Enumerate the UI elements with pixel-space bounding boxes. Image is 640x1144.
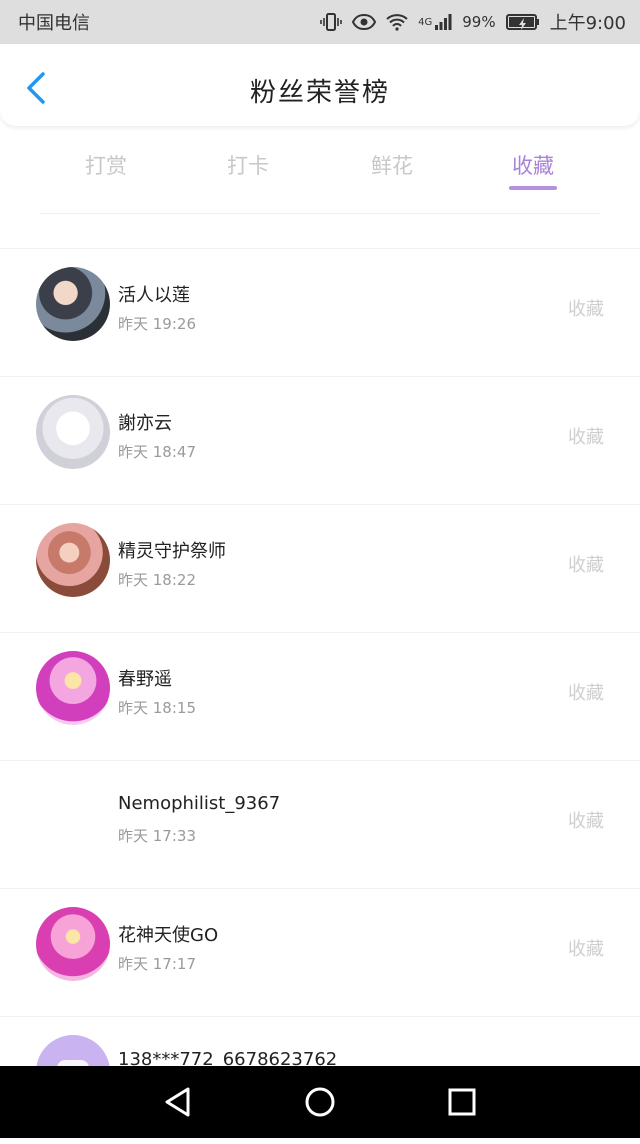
- header: 粉丝荣誉榜: [0, 44, 640, 126]
- square-recents-icon: [448, 1088, 476, 1116]
- avatar: [36, 523, 110, 597]
- battery-icon: [505, 13, 540, 31]
- list-item[interactable]: Nemophilist_9367 昨天 17:33 收藏: [0, 760, 640, 888]
- tab-label: 打卡: [227, 154, 269, 178]
- tab-bar: 打赏 打卡 鲜花 收藏: [0, 140, 640, 196]
- system-nav-bar: [0, 1066, 640, 1138]
- user-name: 花神天使GO: [118, 925, 219, 946]
- favorite-tag: 收藏: [568, 427, 604, 448]
- user-name: 謝亦云: [118, 413, 172, 434]
- timestamp: 昨天 17:33: [118, 827, 196, 845]
- user-name: Nemophilist_9367: [118, 793, 281, 814]
- battery-percent: 99%: [462, 13, 496, 31]
- status-right: 4G 99% 上午9:00: [320, 9, 626, 35]
- favorite-tag: 收藏: [568, 299, 604, 320]
- avatar: [36, 651, 110, 725]
- user-name: 活人以莲: [118, 285, 190, 306]
- list-item[interactable]: 春野遥 昨天 18:15 收藏: [0, 632, 640, 760]
- status-left: 中国电信: [18, 9, 90, 35]
- clock: 上午9:00: [549, 13, 626, 34]
- tab-tip[interactable]: 打赏: [70, 140, 142, 180]
- user-name: 春野遥: [118, 669, 172, 690]
- signal-icon: 4G: [418, 13, 452, 31]
- tab-flowers[interactable]: 鲜花: [356, 140, 428, 180]
- active-tab-indicator: [509, 186, 557, 190]
- timestamp: 昨天 18:22: [118, 571, 196, 589]
- favorite-tag: 收藏: [568, 683, 604, 704]
- tab-label: 收藏: [512, 154, 554, 178]
- timestamp: 昨天 18:47: [118, 443, 196, 461]
- page-title: 粉丝荣誉榜: [249, 78, 390, 108]
- favorite-tag: 收藏: [568, 555, 604, 576]
- tab-favorites[interactable]: 收藏: [497, 140, 569, 190]
- favorite-tag: 收藏: [568, 811, 604, 832]
- list-item[interactable]: 精灵守护祭师 昨天 18:22 收藏: [0, 504, 640, 632]
- nav-back-button[interactable]: [160, 1084, 196, 1120]
- avatar: [36, 267, 110, 341]
- avatar: [36, 395, 110, 469]
- timestamp: 昨天 18:15: [118, 699, 196, 717]
- list-item[interactable]: 謝亦云 昨天 18:47 收藏: [0, 376, 640, 504]
- tab-checkin[interactable]: 打卡: [212, 140, 284, 180]
- nav-recents-button[interactable]: [444, 1084, 480, 1120]
- wifi-icon: [386, 13, 408, 31]
- list-item[interactable]: 花神天使GO 昨天 17:17 收藏: [0, 888, 640, 1016]
- favorite-tag: 收藏: [568, 939, 604, 960]
- avatar: [36, 779, 110, 853]
- carrier-name: 中国电信: [18, 13, 90, 34]
- avatar: [36, 907, 110, 981]
- triangle-back-icon: [165, 1087, 190, 1117]
- network-type: 4G: [418, 16, 433, 28]
- divider: [40, 213, 600, 214]
- eye-icon: [352, 13, 377, 31]
- status-bar: 中国电信 4G 99% 上午9:00: [0, 0, 640, 44]
- vibrate-icon: [320, 12, 342, 32]
- fan-list: 活人以莲 昨天 19:26 收藏 謝亦云 昨天 18:47 收藏 精灵守护祭师 …: [0, 248, 640, 1144]
- user-name: 精灵守护祭师: [118, 541, 226, 562]
- tab-label: 打赏: [85, 154, 127, 178]
- circle-home-icon: [305, 1087, 335, 1117]
- timestamp: 昨天 17:17: [118, 955, 196, 973]
- list-item[interactable]: 活人以莲 昨天 19:26 收藏: [0, 248, 640, 376]
- tab-label: 鲜花: [371, 154, 413, 178]
- timestamp: 昨天 19:26: [118, 315, 196, 333]
- nav-home-button[interactable]: [302, 1084, 338, 1120]
